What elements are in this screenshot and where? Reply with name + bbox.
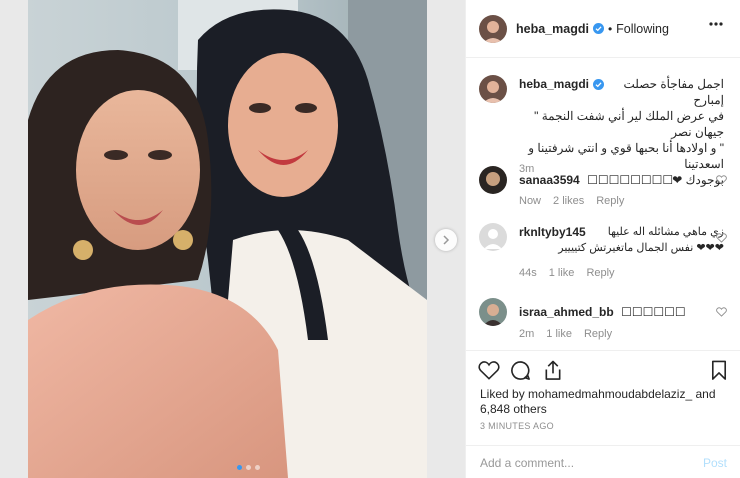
comment-time[interactable]: 2m	[519, 328, 534, 340]
caption-line: في عرض الملك لير أني شفت النجمة " جيهان …	[534, 109, 724, 139]
more-options-icon[interactable]	[709, 22, 723, 26]
caption-username[interactable]: heba_magdi	[519, 76, 589, 92]
verified-badge-icon	[592, 23, 604, 34]
comment-text: ☐☐☐☐☐☐☐☐	[587, 173, 674, 187]
comment-text-line: زي ماهي مشائله اله عليها	[607, 226, 724, 238]
header-username[interactable]: heba_magdi	[516, 22, 589, 36]
avatar[interactable]	[479, 166, 507, 194]
comment-meta: 44s 1 like Reply	[519, 267, 615, 279]
caption: heba_magdi اجمل مفاجأة حصلت إمبارح في عر…	[479, 75, 729, 187]
avatar[interactable]	[479, 298, 507, 326]
avatar-image	[479, 75, 507, 103]
add-comment-bar: Post	[466, 445, 740, 478]
avatar[interactable]	[479, 14, 507, 43]
avatar-image	[479, 166, 507, 194]
post-timestamp: 3 MINUTES AGO	[480, 421, 554, 431]
avatar-image	[479, 298, 507, 326]
avatar[interactable]	[479, 75, 507, 103]
comment-item: sanaa3594 ☐☐☐☐☐☐☐☐ Now 2 likes Reply	[479, 166, 729, 210]
comment-item: rknltyby145 زي ماهي مشائله اله عليها ❤❤❤…	[479, 223, 729, 283]
like-comment-heart-icon[interactable]	[716, 307, 727, 317]
post-header: heba_magdi • Following	[466, 0, 740, 58]
verified-badge-icon	[593, 78, 605, 90]
comment-likes[interactable]: 2 likes	[553, 195, 584, 207]
selfie-illustration	[28, 0, 427, 478]
comment-likes[interactable]: 1 like	[549, 267, 575, 279]
save-bookmark-icon[interactable]	[711, 360, 727, 381]
liker-username[interactable]: mohamedmahmoudabdelaziz_	[528, 387, 692, 401]
comment-likes[interactable]: 1 like	[546, 328, 572, 340]
post-actions: Liked by mohamedmahmoudabdelaziz_ and 6,…	[466, 350, 740, 478]
comment-bubble-icon[interactable]	[510, 360, 531, 381]
comment-input[interactable]	[480, 455, 680, 471]
carousel-dot	[237, 465, 242, 470]
comment-body: israa_ahmed_bb ☐☐☐☐☐☐	[519, 304, 724, 320]
carousel-indicator	[237, 465, 260, 470]
comment-username[interactable]: rknltyby145	[519, 224, 586, 240]
carousel-next-button[interactable]	[435, 229, 457, 251]
chevron-right-icon	[443, 235, 450, 245]
header-separator: •	[607, 21, 613, 36]
carousel-dot	[255, 465, 260, 470]
reply-button[interactable]: Reply	[596, 195, 624, 207]
likes-summary: Liked by mohamedmahmoudabdelaziz_ and 6,…	[480, 387, 730, 417]
reply-button[interactable]: Reply	[586, 267, 614, 279]
avatar-image	[479, 14, 507, 43]
post-photo[interactable]	[28, 0, 427, 478]
comment-username[interactable]: sanaa3594	[519, 173, 580, 187]
comments-list[interactable]: heba_magdi اجمل مفاجأة حصلت إمبارح في عر…	[466, 58, 740, 350]
like-comment-heart-icon[interactable]	[716, 233, 727, 243]
comment-time[interactable]: Now	[519, 195, 541, 207]
comment-meta: 2m 1 like Reply	[519, 328, 612, 340]
like-comment-heart-icon[interactable]	[716, 175, 727, 185]
reply-button[interactable]: Reply	[584, 328, 612, 340]
share-icon[interactable]	[543, 360, 563, 381]
comment-username[interactable]: israa_ahmed_bb	[519, 305, 614, 319]
comment-body: rknltyby145 زي ماهي مشائله اله عليها ❤❤❤…	[519, 224, 724, 256]
comment-text: ☐☐☐☐☐☐	[621, 305, 686, 319]
carousel-dot	[246, 465, 251, 470]
likes-others[interactable]: 6,848 others	[480, 402, 547, 416]
comment-body: sanaa3594 ☐☐☐☐☐☐☐☐	[519, 172, 724, 188]
post-side-panel: heba_magdi • Following heba_magdi اجمل م…	[465, 0, 740, 478]
post-comment-button[interactable]: Post	[703, 456, 727, 470]
comment-time[interactable]: 44s	[519, 267, 537, 279]
default-avatar-icon	[479, 223, 507, 251]
likes-joiner: and	[692, 387, 716, 401]
like-heart-icon[interactable]	[478, 360, 500, 380]
comment-meta: Now 2 likes Reply	[519, 195, 624, 207]
comment-item: israa_ahmed_bb ☐☐☐☐☐☐ 2m 1 like Reply	[479, 298, 729, 342]
avatar[interactable]	[479, 223, 507, 251]
comment-text-line: ❤❤❤ نفس الجمال ماتغيرتش كتيييير	[558, 242, 724, 254]
likes-prefix: Liked by	[480, 387, 529, 401]
following-button[interactable]: Following	[616, 22, 669, 36]
instagram-post-modal: { "post": { "username": "heba_magdi", "f…	[0, 0, 740, 478]
